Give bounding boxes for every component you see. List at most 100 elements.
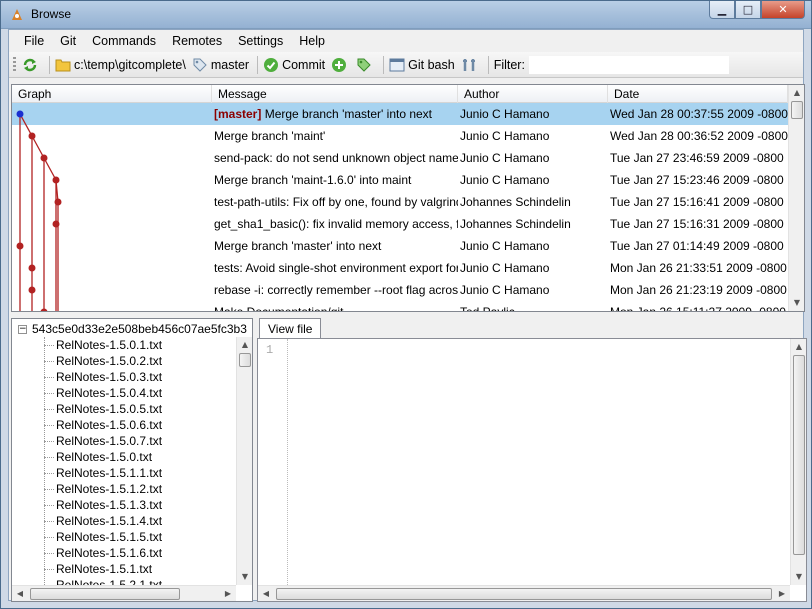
viewer-body[interactable]: 1 ▲ ▼ ◀ ▶ — [257, 338, 807, 602]
commit-node[interactable] — [16, 242, 24, 250]
maximize-button[interactable]: □ — [735, 1, 761, 19]
commit-node[interactable] — [52, 176, 60, 184]
minimize-button[interactable]: ▁ — [709, 1, 735, 19]
viewer-vertical-scrollbar[interactable]: ▲ ▼ — [790, 339, 806, 585]
working-dir-button[interactable]: c:\temp\gitcomplete\ — [55, 58, 186, 72]
commit-node[interactable] — [54, 198, 62, 206]
scroll-down-arrow-icon[interactable]: ▼ — [789, 295, 804, 311]
git-bash-button[interactable]: Git bash — [389, 57, 455, 73]
column-header-message[interactable]: Message — [212, 85, 458, 103]
commit-author: Junio C Hamano — [460, 261, 550, 275]
title-bar[interactable]: Browse ▁ □ ✕ — [1, 1, 811, 29]
scroll-right-arrow-icon[interactable]: ▶ — [220, 586, 236, 601]
tree-file-item[interactable]: RelNotes-1.5.1.txt — [56, 561, 152, 577]
commit-button[interactable]: Commit — [263, 57, 325, 73]
tree-file-item[interactable]: RelNotes-1.5.0.txt — [56, 449, 152, 465]
commit-message-text: send-pack: do not send unknown object na… — [214, 151, 458, 165]
tree-vertical-scrollbar[interactable]: ▲ ▼ — [236, 337, 252, 585]
commit-node[interactable] — [28, 132, 36, 140]
commit-node[interactable] — [40, 308, 48, 313]
scroll-down-arrow-icon[interactable]: ▼ — [237, 569, 252, 585]
tree-file-item[interactable]: RelNotes-1.5.1.6.txt — [56, 545, 162, 561]
column-header-date[interactable]: Date — [608, 85, 788, 103]
commit-author: Ted Pavlic — [460, 305, 515, 312]
scroll-left-arrow-icon[interactable]: ◀ — [258, 586, 274, 602]
grid-header: Graph Message Author Date — [12, 85, 788, 103]
graph-edge — [43, 157, 57, 181]
menu-settings[interactable]: Settings — [230, 32, 291, 50]
tree-file-item[interactable]: RelNotes-1.5.0.1.txt — [56, 337, 162, 353]
toolbar-separator — [49, 55, 50, 74]
commit-node[interactable] — [28, 264, 36, 272]
tree-guide-line — [44, 337, 45, 585]
scroll-thumb[interactable] — [30, 588, 180, 600]
settings-tools-button[interactable] — [461, 57, 480, 73]
scroll-up-arrow-icon[interactable]: ▲ — [237, 337, 252, 353]
tree-guide-branch — [44, 441, 54, 442]
commit-node[interactable] — [16, 110, 24, 118]
line-number: 1 — [266, 343, 274, 357]
commit-message-text: Make Documentation/git-... — [214, 305, 358, 312]
scroll-thumb[interactable] — [276, 588, 772, 600]
push-button[interactable] — [331, 57, 350, 73]
graph-edge — [19, 113, 33, 137]
commit-message-text: tests: Avoid single-shot environment exp… — [214, 261, 458, 275]
tree-guide-branch — [44, 361, 54, 362]
scroll-up-arrow-icon[interactable]: ▲ — [789, 85, 804, 101]
tree-file-item[interactable]: RelNotes-1.5.1.3.txt — [56, 497, 162, 513]
scroll-left-arrow-icon[interactable]: ◀ — [12, 586, 28, 601]
menu-remotes[interactable]: Remotes — [164, 32, 230, 50]
commit-node[interactable] — [28, 286, 36, 294]
tree-file-item[interactable]: RelNotes-1.5.1.2.txt — [56, 481, 162, 497]
line-number-gutter: 1 — [258, 339, 288, 585]
tree-guide-branch — [44, 537, 54, 538]
collapse-icon[interactable]: − — [18, 325, 27, 335]
menu-file[interactable]: File — [16, 32, 52, 50]
tree-file-item[interactable]: RelNotes-1.5.0.3.txt — [56, 369, 162, 385]
viewer-tabs: View file — [257, 318, 807, 339]
menu-help[interactable]: Help — [291, 32, 333, 50]
tab-view-file[interactable]: View file — [259, 318, 322, 339]
menu-commands[interactable]: Commands — [84, 32, 164, 50]
scroll-right-arrow-icon[interactable]: ▶ — [774, 586, 790, 602]
minimize-icon: ▁ — [717, 3, 727, 16]
terminal-icon — [389, 58, 405, 71]
tag-green-icon — [357, 58, 371, 72]
commit-message-text: rebase -i: correctly remember --root fla… — [214, 283, 458, 297]
tree-file-item[interactable]: RelNotes-1.5.0.7.txt — [56, 433, 162, 449]
refresh-button[interactable] — [22, 57, 41, 73]
tree-file-item[interactable]: RelNotes-1.5.0.6.txt — [56, 417, 162, 433]
tree-file-item[interactable]: RelNotes-1.5.0.2.txt — [56, 353, 162, 369]
tree-file-item[interactable]: RelNotes-1.5.1.4.txt — [56, 513, 162, 529]
tree-file-item[interactable]: RelNotes-1.5.1.5.txt — [56, 529, 162, 545]
scroll-down-arrow-icon[interactable]: ▼ — [791, 569, 807, 585]
column-header-graph[interactable]: Graph — [12, 85, 212, 103]
tree-root-node[interactable]: −543c5e0d33e2e508beb456c07ae5fc3b3 — [18, 321, 247, 337]
scroll-up-arrow-icon[interactable]: ▲ — [791, 339, 807, 355]
branch-button[interactable]: master — [192, 57, 249, 73]
filter-input[interactable] — [528, 55, 729, 74]
menu-git[interactable]: Git — [52, 32, 84, 50]
scroll-thumb[interactable] — [793, 355, 805, 555]
tags-button[interactable] — [356, 57, 375, 73]
tree-file-item[interactable]: RelNotes-1.5.1.1.txt — [56, 465, 162, 481]
commit-node[interactable] — [40, 154, 48, 162]
scroll-thumb[interactable] — [791, 101, 803, 119]
tree-horizontal-scrollbar[interactable]: ◀ ▶ — [12, 585, 236, 601]
commit-node[interactable] — [52, 220, 60, 228]
tree-file-item[interactable]: RelNotes-1.5.0.4.txt — [56, 385, 162, 401]
commit-author: Junio C Hamano — [460, 283, 550, 297]
commit-author: Junio C Hamano — [460, 173, 550, 187]
commit-date: Tue Jan 27 15:16:31 2009 -0800 — [610, 217, 784, 231]
close-button[interactable]: ✕ — [761, 1, 805, 19]
tree-file-item[interactable]: RelNotes-1.5.0.5.txt — [56, 401, 162, 417]
viewer-horizontal-scrollbar[interactable]: ◀ ▶ — [258, 585, 790, 601]
column-header-author[interactable]: Author — [458, 85, 608, 103]
commit-date: Tue Jan 27 15:16:41 2009 -0800 — [610, 195, 784, 209]
scroll-thumb[interactable] — [239, 353, 251, 367]
grid-vertical-scrollbar[interactable]: ▲ ▼ — [788, 85, 804, 311]
commit-label: Commit — [282, 57, 326, 72]
toolbar: c:\temp\gitcomplete\ master Commit Git b… — [9, 52, 803, 78]
commit-message: Merge branch 'master' into next — [214, 235, 458, 257]
toolbar-grip[interactable] — [13, 56, 16, 73]
